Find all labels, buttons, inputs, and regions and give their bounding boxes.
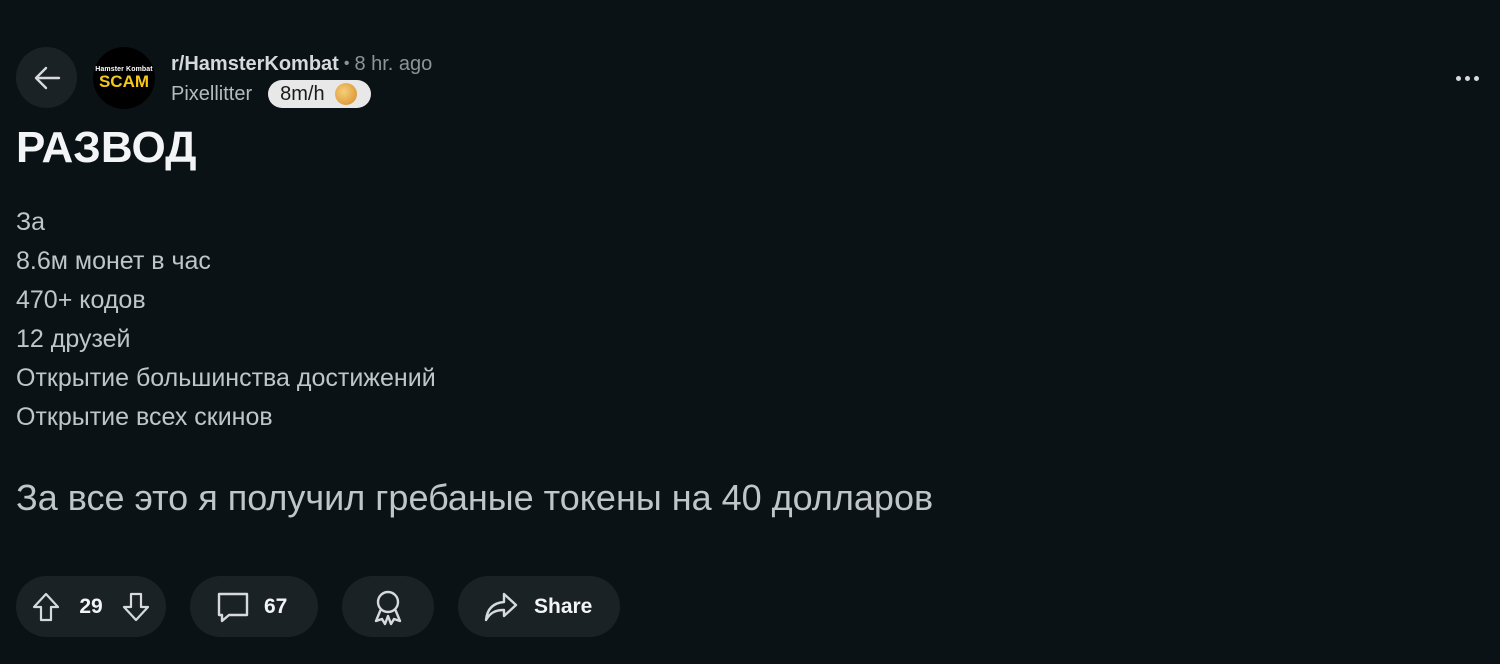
- post-title: РАЗВОД: [16, 123, 197, 172]
- post-emphasis-line: За все это я получил гребаные токены на …: [16, 477, 934, 518]
- body-line: Открытие всех скинов: [16, 403, 273, 431]
- post-body: За 8.6м монет в час 470+ кодов 12 друзей…: [16, 203, 436, 437]
- share-arrow-icon: [482, 588, 520, 626]
- award-icon: [368, 587, 408, 627]
- award-button[interactable]: [342, 576, 434, 637]
- comment-icon: [214, 588, 252, 626]
- meta-separator: •: [343, 55, 350, 72]
- user-flair: 8m/h: [268, 80, 371, 108]
- vote-score: 29: [79, 594, 103, 618]
- body-line: Открытие большинства достижений: [16, 364, 436, 392]
- subreddit-link[interactable]: r/HamsterKombat: [171, 53, 339, 76]
- more-options-button[interactable]: [1450, 70, 1484, 86]
- upvote-icon[interactable]: [30, 591, 62, 623]
- back-button[interactable]: [16, 47, 77, 108]
- post-meta: r/HamsterKombat • 8 hr. ago Pixellitter …: [171, 50, 432, 110]
- comment-count: 67: [264, 594, 288, 618]
- downvote-icon[interactable]: [120, 591, 152, 623]
- subreddit-avatar[interactable]: Hamster Kombat SCAM: [93, 47, 155, 109]
- avatar-big-text: SCAM: [98, 71, 150, 91]
- post-time: 8 hr. ago: [354, 52, 433, 75]
- body-line: За: [16, 208, 46, 236]
- author-link[interactable]: Pixellitter: [171, 83, 252, 106]
- action-bar: 29 67 Share: [16, 576, 620, 637]
- more-dots-icon: [1455, 75, 1461, 81]
- body-line: 12 друзей: [16, 325, 131, 353]
- vote-control: 29: [16, 576, 166, 637]
- comments-button[interactable]: 67: [190, 576, 318, 637]
- coin-icon: [334, 83, 357, 105]
- share-label: Share: [534, 594, 593, 618]
- body-line: 8.6м монет в час: [16, 247, 211, 275]
- arrow-left-icon: [32, 63, 62, 93]
- flair-text: 8m/h: [280, 82, 325, 105]
- body-line: 470+ кодов: [16, 286, 146, 314]
- share-button[interactable]: Share: [458, 576, 620, 637]
